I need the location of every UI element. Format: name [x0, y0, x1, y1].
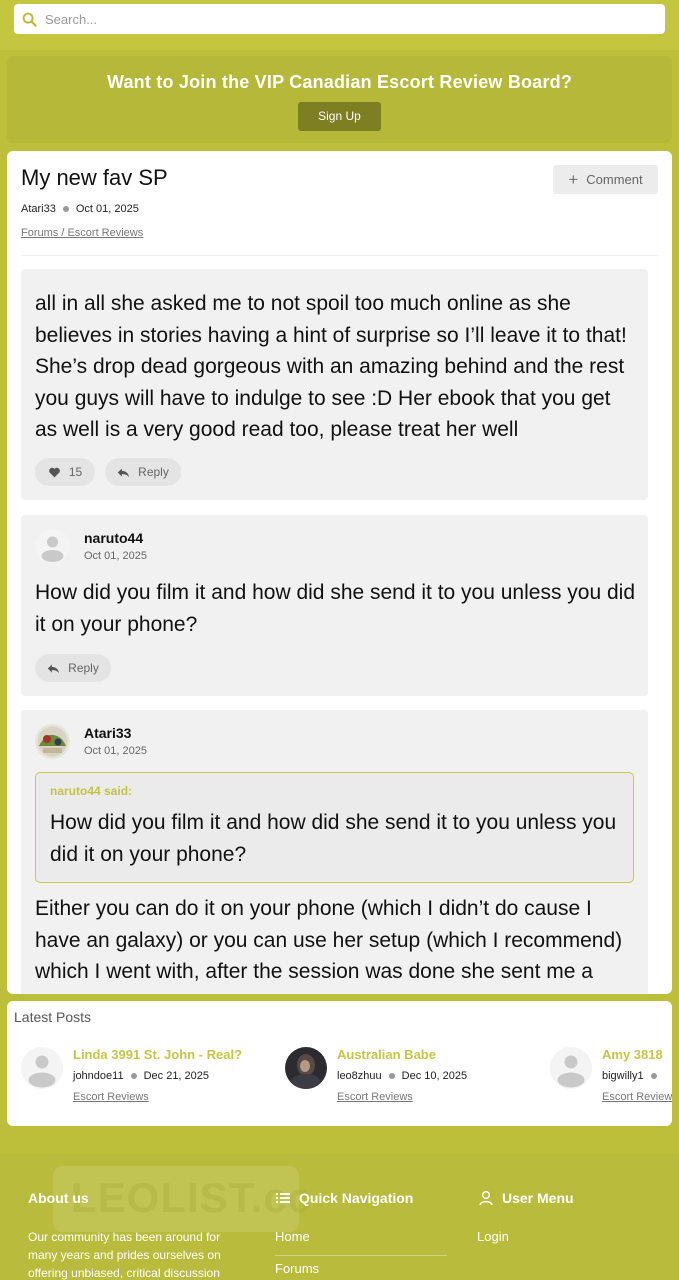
comment-button-label: Comment [586, 172, 643, 187]
latest-post-title[interactable]: Linda 3991 St. John - Real? [73, 1047, 242, 1062]
avatar[interactable] [21, 1047, 63, 1089]
post-author[interactable]: Atari33 [84, 725, 131, 741]
meta-separator [130, 1073, 137, 1079]
latest-post-title[interactable]: Australian Babe [337, 1047, 436, 1062]
reply-button[interactable]: Reply [105, 458, 181, 486]
latest-posts-panel: Latest Posts Linda 3991 St. John - Real?… [7, 1001, 672, 1126]
about-text: Our community has been around for many y… [28, 1230, 221, 1280]
latest-post-item[interactable]: Amy 3818 bigwilly1 Escort Reviews [550, 1045, 672, 1115]
user-avatar-image [285, 1047, 327, 1089]
avatar[interactable] [35, 724, 70, 759]
latest-post-category[interactable]: Escort Reviews [73, 1091, 149, 1103]
like-button[interactable]: 15 [35, 458, 95, 486]
site-watermark-logo: LEOLIST.cc [53, 1166, 311, 1232]
latest-post-category[interactable]: Escort Reviews [337, 1091, 413, 1103]
vip-banner-title: Want to Join the VIP Canadian Escort Rev… [106, 72, 573, 92]
latest-post-category[interactable]: Escort Reviews [602, 1091, 672, 1103]
quote-author[interactable]: naruto44 said: [50, 784, 132, 798]
post-body: Either you can do it on your phone (whic… [35, 897, 623, 994]
post-author[interactable]: naruto44 [84, 530, 143, 546]
footer-link-home[interactable]: Home [275, 1229, 310, 1244]
breadcrumb[interactable]: Forums / Escort Reviews [21, 227, 143, 239]
search-input[interactable] [45, 11, 625, 27]
latest-post-item[interactable]: Australian Babe leo8zhuu Dec 10, 2025 Es… [285, 1045, 555, 1115]
reply-label: Reply [68, 661, 99, 675]
list-icon [276, 1193, 290, 1203]
thread-meta: Atari33 Oct 01, 2025 [21, 203, 139, 215]
latest-post-meta: johndoe11 Dec 21, 2025 [73, 1070, 209, 1082]
quick-nav-title: Quick Navigation [299, 1190, 414, 1206]
user-menu-heading: User Menu [478, 1190, 574, 1206]
plus-icon: + [568, 170, 579, 189]
post-item: all in all she asked me to not spoil too… [21, 269, 648, 500]
page-title: My new fav SP [21, 165, 168, 190]
thread-date: Oct 01, 2025 [75, 203, 139, 215]
default-avatar-icon [35, 529, 70, 564]
search-box[interactable] [14, 4, 665, 34]
quote-block: naruto44 said: How did you film it and h… [35, 772, 634, 883]
latest-post-author[interactable]: leo8zhuu [337, 1070, 382, 1082]
default-avatar-icon [21, 1047, 63, 1089]
latest-post-item[interactable]: Linda 3991 St. John - Real? johndoe11 De… [21, 1045, 291, 1115]
footer-link-forums[interactable]: Forums [275, 1261, 319, 1276]
heart-icon [48, 467, 60, 477]
user-avatar-image [35, 724, 70, 759]
meta-separator [388, 1073, 395, 1079]
vip-banner: Want to Join the VIP Canadian Escort Rev… [7, 56, 672, 143]
post-body: How did you film it and how did she send… [35, 581, 636, 636]
sign-up-button[interactable]: Sign Up [298, 102, 381, 131]
search-icon [22, 12, 37, 27]
post-date: Oct 01, 2025 [84, 550, 147, 562]
reply-icon [117, 467, 130, 477]
latest-post-author[interactable]: johndoe11 [73, 1070, 124, 1082]
divider [21, 255, 658, 256]
latest-post-date: Dec 21, 2025 [143, 1070, 210, 1082]
meta-separator [650, 1073, 657, 1079]
avatar[interactable] [35, 529, 70, 564]
like-count: 15 [68, 465, 83, 479]
quote-body: How did you film it and how did she send… [50, 811, 617, 866]
about-title: About us [28, 1190, 89, 1206]
quick-nav-heading: Quick Navigation [275, 1190, 413, 1206]
latest-post-date: Dec 10, 2025 [401, 1070, 468, 1082]
thread-author[interactable]: Atari33 [21, 203, 56, 215]
thread-card: My new fav SP + Comment Atari33 Oct 01, … [7, 151, 672, 994]
default-avatar-icon [550, 1047, 592, 1089]
latest-post-meta: leo8zhuu Dec 10, 2025 [337, 1070, 467, 1082]
footer-link-login[interactable]: Login [477, 1229, 509, 1244]
post-item: naruto44 Oct 01, 2025 How did you film i… [21, 515, 648, 696]
divider [275, 1255, 447, 1256]
reply-icon [47, 663, 60, 673]
meta-separator [62, 206, 69, 212]
header-bar [0, 0, 679, 50]
avatar[interactable] [550, 1047, 592, 1089]
latest-post-meta: bigwilly1 [602, 1070, 664, 1082]
latest-posts-title: Latest Posts [14, 1009, 92, 1025]
post-body: all in all she asked me to not spoil too… [35, 292, 627, 441]
avatar[interactable] [285, 1047, 327, 1089]
user-menu-title: User Menu [502, 1190, 574, 1206]
footer: LEOLIST.cc About us Our community has be… [0, 1154, 679, 1280]
comment-button[interactable]: + Comment [553, 165, 658, 194]
latest-post-author[interactable]: bigwilly1 [602, 1070, 644, 1082]
reply-button[interactable]: Reply [35, 654, 111, 682]
user-icon [479, 1191, 493, 1206]
about-heading: About us [28, 1190, 89, 1206]
reply-label: Reply [138, 465, 169, 479]
latest-post-title[interactable]: Amy 3818 [602, 1047, 663, 1062]
post-date: Oct 01, 2025 [84, 745, 147, 757]
post-item: Atari33 Oct 01, 2025 naruto44 said: How … [21, 710, 648, 994]
